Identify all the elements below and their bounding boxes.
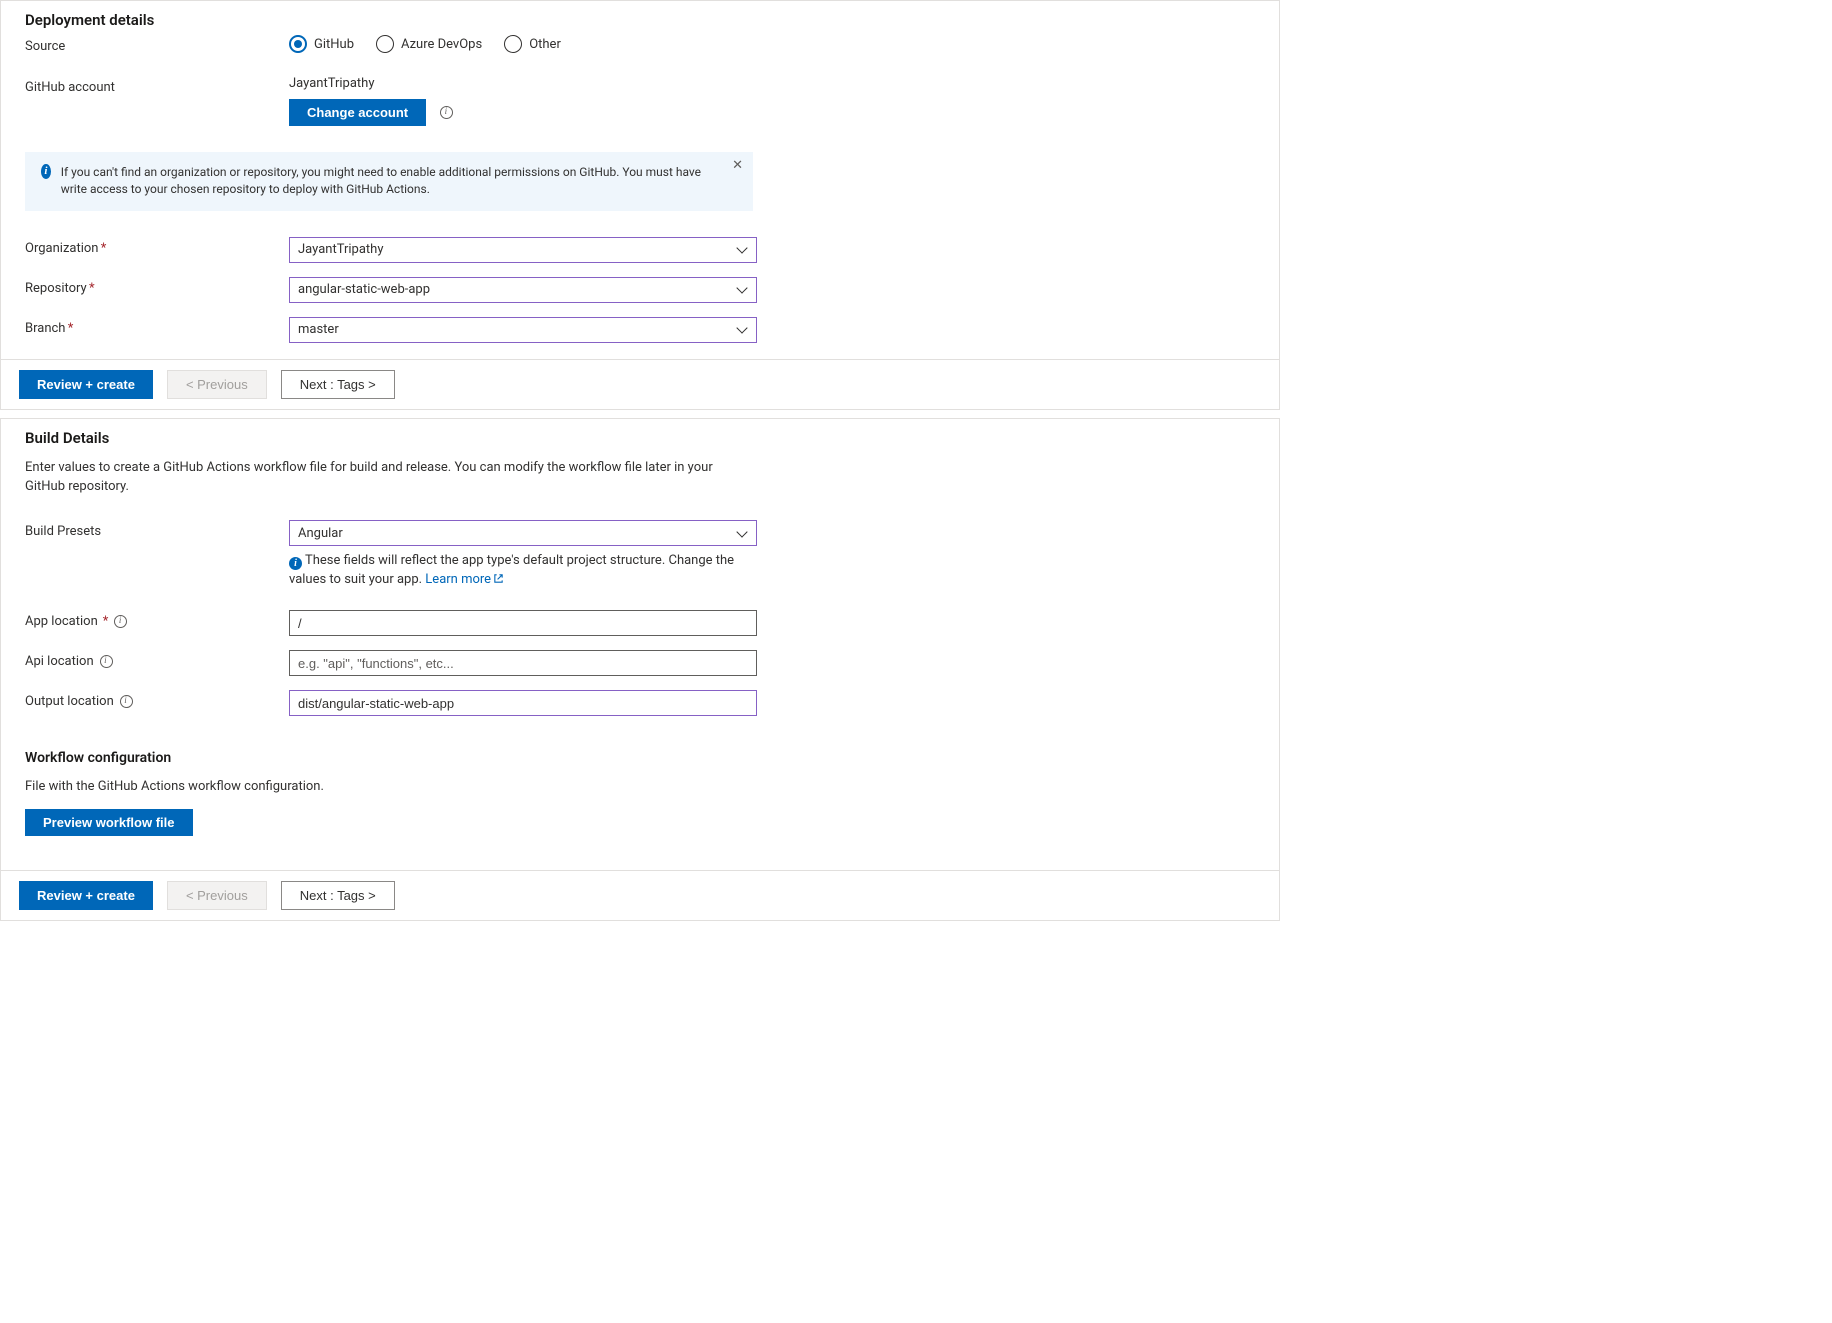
dropdown-value: JayantTripathy bbox=[298, 242, 384, 257]
chevron-down-icon bbox=[737, 530, 748, 537]
info-icon[interactable] bbox=[440, 106, 453, 119]
radio-label: GitHub bbox=[314, 37, 354, 52]
radio-label: Azure DevOps bbox=[401, 37, 482, 52]
radio-icon bbox=[289, 35, 307, 53]
info-icon[interactable] bbox=[120, 695, 133, 708]
deployment-panel: Deployment details Source GitHub Azure D… bbox=[0, 0, 1280, 410]
build-section-title: Build Details bbox=[25, 429, 1255, 447]
presets-note: These fields will reflect the app type's… bbox=[289, 553, 734, 587]
chevron-down-icon bbox=[737, 326, 748, 333]
source-radio-group: GitHub Azure DevOps Other bbox=[289, 35, 757, 53]
chevron-down-icon bbox=[737, 246, 748, 253]
info-icon[interactable] bbox=[100, 655, 113, 668]
info-icon[interactable] bbox=[114, 615, 127, 628]
github-account-label: GitHub account bbox=[25, 76, 289, 95]
next-tags-button[interactable]: Next : Tags > bbox=[281, 370, 395, 399]
build-description: Enter values to create a GitHub Actions … bbox=[25, 459, 753, 497]
source-option-other[interactable]: Other bbox=[504, 35, 561, 53]
required-asterisk: * bbox=[101, 241, 107, 256]
source-label: Source bbox=[25, 35, 289, 54]
source-option-github[interactable]: GitHub bbox=[289, 35, 354, 53]
review-create-button[interactable]: Review + create bbox=[19, 881, 153, 910]
dropdown-value: master bbox=[298, 322, 339, 337]
app-location-input[interactable] bbox=[289, 610, 757, 636]
footer-bar-1: Review + create < Previous Next : Tags > bbox=[1, 359, 1279, 409]
external-link-icon bbox=[493, 573, 504, 584]
info-filled-icon bbox=[289, 557, 302, 570]
github-account-name: JayantTripathy bbox=[289, 76, 757, 91]
radio-icon bbox=[376, 35, 394, 53]
chevron-down-icon bbox=[737, 286, 748, 293]
dropdown-value: Angular bbox=[298, 526, 343, 541]
previous-button: < Previous bbox=[167, 370, 267, 399]
branch-dropdown[interactable]: master bbox=[289, 317, 757, 343]
change-account-button[interactable]: Change account bbox=[289, 99, 426, 126]
build-presets-dropdown[interactable]: Angular bbox=[289, 520, 757, 546]
api-location-input[interactable] bbox=[289, 650, 757, 676]
previous-button: < Previous bbox=[167, 881, 267, 910]
next-tags-button[interactable]: Next : Tags > bbox=[281, 881, 395, 910]
footer-bar-2: Review + create < Previous Next : Tags > bbox=[1, 870, 1279, 920]
build-presets-label: Build Presets bbox=[25, 520, 289, 539]
info-filled-icon bbox=[41, 164, 51, 179]
output-location-label: Output location bbox=[25, 694, 114, 709]
organization-label: Organization bbox=[25, 241, 98, 256]
app-location-label: App location bbox=[25, 614, 98, 629]
source-option-azure-devops[interactable]: Azure DevOps bbox=[376, 35, 482, 53]
deployment-section-title: Deployment details bbox=[25, 11, 1255, 29]
build-panel: Build Details Enter values to create a G… bbox=[0, 418, 1280, 921]
learn-more-link[interactable]: Learn more bbox=[425, 572, 504, 587]
repository-label: Repository bbox=[25, 281, 87, 296]
workflow-section-title: Workflow configuration bbox=[25, 750, 1255, 766]
branch-label: Branch bbox=[25, 321, 65, 336]
preview-workflow-button[interactable]: Preview workflow file bbox=[25, 809, 193, 836]
organization-dropdown[interactable]: JayantTripathy bbox=[289, 237, 757, 263]
api-location-label: Api location bbox=[25, 654, 94, 669]
repository-dropdown[interactable]: angular-static-web-app bbox=[289, 277, 757, 303]
workflow-description: File with the GitHub Actions workflow co… bbox=[25, 778, 753, 797]
close-icon[interactable]: ✕ bbox=[732, 158, 743, 173]
radio-label: Other bbox=[529, 37, 561, 52]
dropdown-value: angular-static-web-app bbox=[298, 282, 430, 297]
review-create-button[interactable]: Review + create bbox=[19, 370, 153, 399]
radio-icon bbox=[504, 35, 522, 53]
info-message-text: If you can't find an organization or rep… bbox=[61, 164, 717, 199]
info-message-box: If you can't find an organization or rep… bbox=[25, 152, 753, 211]
required-asterisk: * bbox=[89, 281, 95, 296]
output-location-input[interactable] bbox=[289, 690, 757, 716]
required-asterisk: * bbox=[103, 614, 109, 629]
required-asterisk: * bbox=[68, 321, 74, 336]
